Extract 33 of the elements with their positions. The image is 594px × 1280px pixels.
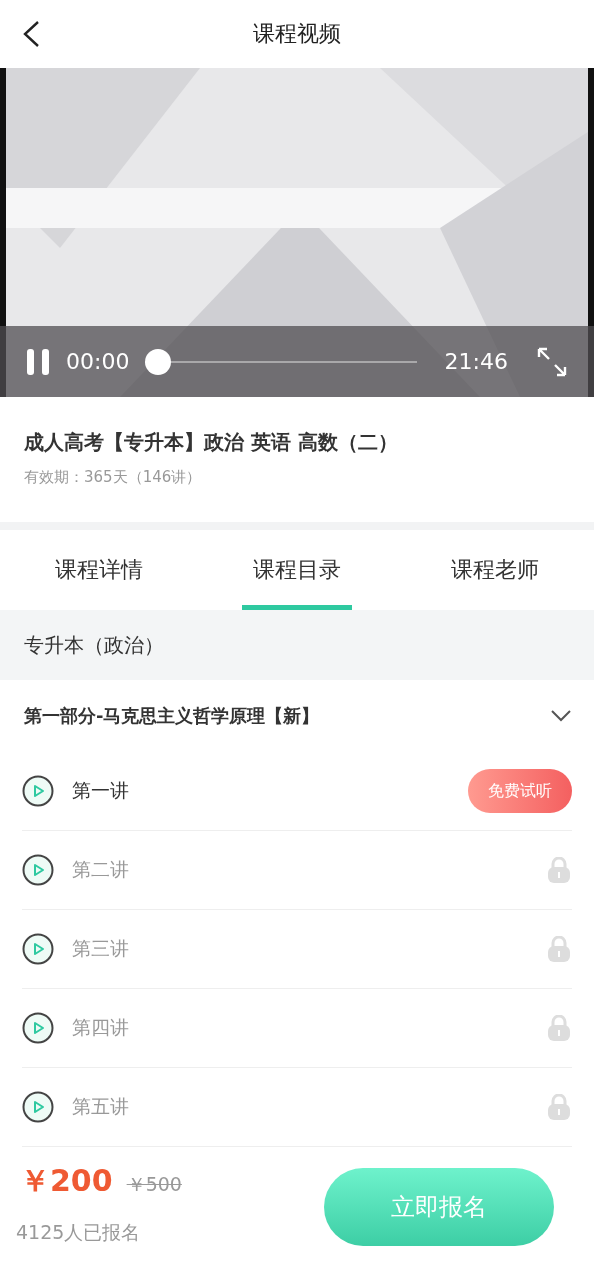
lock-icon [548, 1015, 570, 1041]
chevron-icon[interactable] [550, 709, 572, 723]
free-trial-button[interactable]: 免费试听 [468, 769, 572, 813]
page-title: 课程视频 [253, 20, 341, 48]
enroll-button[interactable]: 立即报名 [324, 1167, 554, 1246]
lock-icon [548, 936, 570, 962]
lock-icon [548, 1094, 570, 1120]
section-header: 专升本（政治） [0, 610, 594, 680]
play-circle-icon[interactable] [22, 933, 54, 965]
play-circle-icon[interactable] [22, 775, 54, 807]
original-price: ￥500 [126, 1172, 182, 1197]
pause-icon[interactable] [26, 347, 50, 376]
play-circle-icon[interactable] [22, 1091, 54, 1123]
fullscreen-icon[interactable] [536, 345, 568, 378]
lesson-title[interactable]: 第三讲 [72, 936, 548, 962]
progress-thumb[interactable] [145, 348, 172, 375]
lesson-title[interactable]: 第四讲 [72, 1015, 548, 1041]
tab[interactable]: 课程老师 [396, 530, 594, 610]
chapter-title[interactable]: 第一部分-马克思主义哲学原理【新】 [24, 704, 320, 728]
play-circle-icon[interactable] [22, 854, 54, 886]
enrolled-count: 4125人已报名 [16, 1220, 142, 1245]
lesson-title[interactable]: 第二讲 [72, 857, 548, 883]
validity-text: 有效期：365天（146讲） [24, 468, 203, 487]
tab[interactable]: 课程详情 [0, 530, 198, 610]
price: ￥200 [20, 1162, 113, 1200]
play-circle-icon[interactable] [22, 1012, 54, 1044]
duration: 21:46 [444, 349, 508, 374]
lock-icon [548, 857, 570, 883]
tab[interactable]: 课程目录 [198, 530, 396, 610]
lesson-title[interactable]: 第一讲 [72, 778, 468, 804]
lesson-title[interactable]: 第五讲 [72, 1094, 548, 1120]
current-time: 00:00 [66, 349, 130, 374]
course-title: 成人高考【专升本】政治 英语 高数（二） [24, 429, 399, 456]
